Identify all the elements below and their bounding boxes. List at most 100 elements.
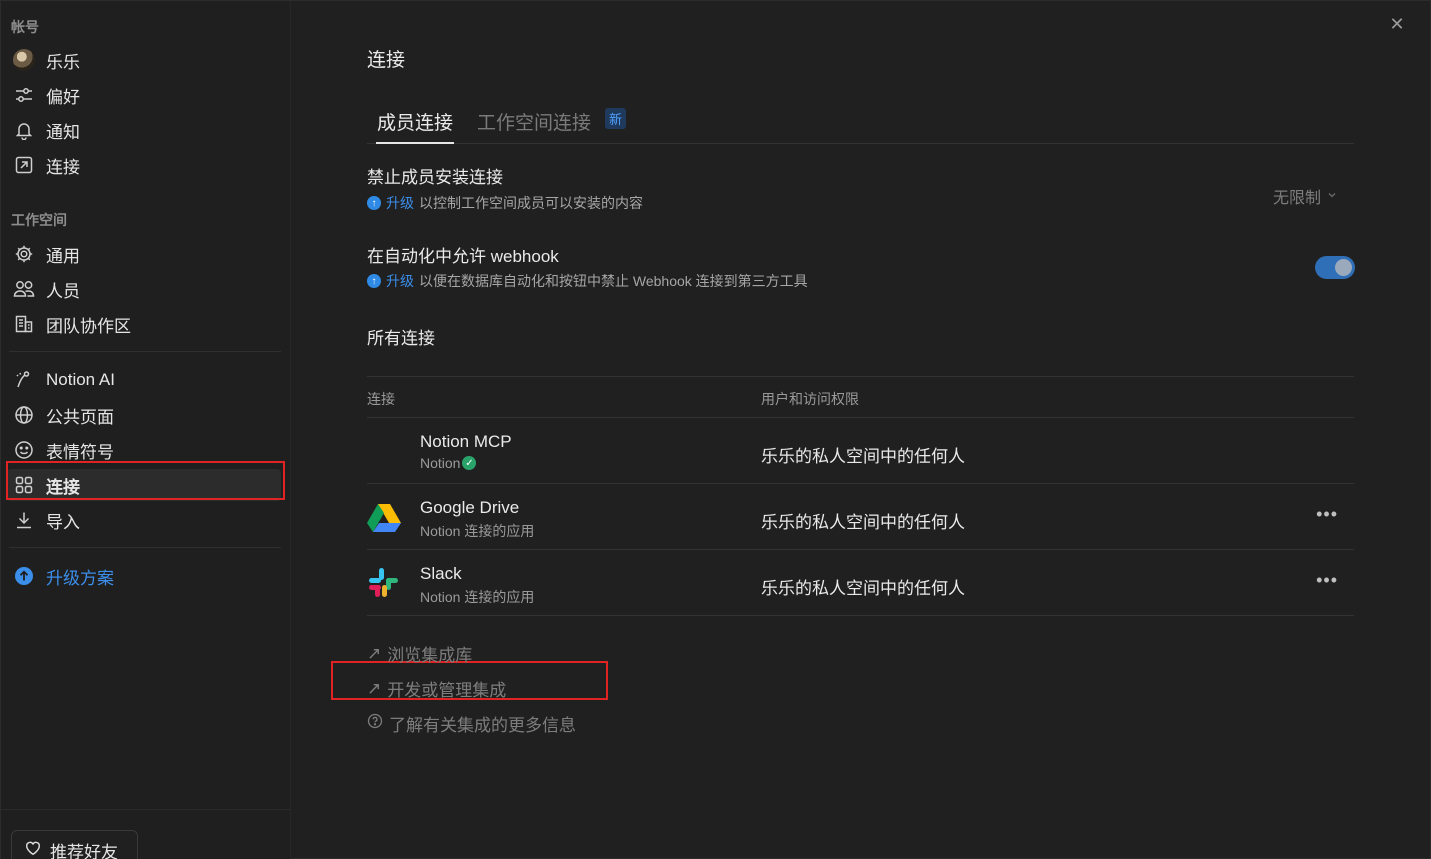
sidebar-item-preferences[interactable]: 偏好	[7, 79, 281, 111]
sidebar-item-label: 升级方案	[46, 568, 114, 588]
table-header: 连接 用户和访问权限	[367, 376, 1354, 418]
sidebar-bottom-divider	[1, 809, 291, 810]
sidebar-item-label: 导入	[46, 512, 80, 532]
connection-access: 乐乐的私人空间中的任何人	[761, 513, 965, 532]
settings-main: ✕ 连接 成员连接 工作空间连接 新 禁止成员安装连接 ↑ 升级 以控制工作空间…	[292, 1, 1430, 858]
page-title: 连接	[367, 50, 406, 71]
settings-window: 帐号 乐乐 偏好 通知 连接 工作空间 通用 人员 团队协作区 Notion A…	[0, 0, 1431, 859]
table-row[interactable]: Slack Notion 连接的应用 乐乐的私人空间中的任何人 •••	[367, 550, 1354, 616]
table-row[interactable]: Google Drive Notion 连接的应用 乐乐的私人空间中的任何人 •…	[367, 484, 1354, 550]
footer-link-label: 了解有关集成的更多信息	[389, 716, 576, 735]
smiley-icon	[13, 439, 35, 461]
column-header-connection: 连接	[367, 391, 395, 407]
connection-sub: Notion 连接的应用	[420, 589, 535, 605]
sidebar-item-label: Notion AI	[46, 370, 115, 389]
sidebar-divider	[9, 547, 281, 548]
upgrade-link[interactable]: 升级	[386, 193, 414, 213]
grid-icon	[13, 474, 35, 496]
sidebar-item-profile[interactable]: 乐乐	[7, 44, 281, 76]
connection-name: Google Drive	[420, 498, 520, 517]
setting-desc-text: 以控制工作空间成员可以安装的内容	[419, 195, 643, 211]
sliders-icon	[13, 84, 35, 106]
sidebar-item-label: 公共页面	[46, 407, 114, 427]
gear-icon	[13, 243, 35, 265]
setting-desc-text: 以便在数据库自动化和按钮中禁止 Webhook 连接到第三方工具	[419, 273, 808, 289]
sidebar-item-teamspaces[interactable]: 团队协作区	[7, 308, 281, 340]
arrow-up-right-icon: ↗	[367, 643, 382, 663]
connection-name: Slack	[420, 564, 462, 583]
restrict-install-dropdown[interactable]: 无限制	[1273, 184, 1337, 208]
setting-restrict-install-title: 禁止成员安装连接	[367, 168, 503, 187]
people-icon	[13, 278, 35, 300]
tab-member-connections[interactable]: 成员连接	[375, 108, 455, 144]
connection-access: 乐乐的私人空间中的任何人	[761, 447, 965, 466]
upgrade-link[interactable]: 升级	[386, 271, 414, 291]
new-badge: 新	[605, 108, 627, 129]
connection-sub-text: Notion	[420, 455, 461, 471]
upgrade-arrow-icon: ↑	[367, 274, 381, 288]
invite-friends-button[interactable]: 推荐好友	[11, 830, 138, 859]
bell-icon	[13, 119, 35, 141]
learn-more-link[interactable]: 了解有关集成的更多信息	[367, 711, 576, 736]
setting-restrict-install-desc: ↑ 升级 以控制工作空间成员可以安装的内容	[367, 193, 643, 213]
close-icon[interactable]: ✕	[1386, 13, 1408, 35]
connections-tabs: 成员连接 工作空间连接 新	[367, 104, 1354, 144]
sidebar-item-label: 人员	[46, 281, 80, 301]
slack-icon	[367, 568, 401, 598]
setting-webhook-title: 在自动化中允许 webhook	[367, 247, 559, 266]
sidebar-item-general[interactable]: 通用	[7, 238, 281, 270]
browse-integrations-link[interactable]: ↗ 浏览集成库	[367, 641, 472, 666]
column-header-access: 用户和访问权限	[761, 391, 859, 407]
sidebar-item-notion-ai[interactable]: Notion AI	[7, 364, 281, 396]
external-link-icon	[13, 154, 35, 176]
avatar	[13, 49, 35, 71]
sidebar-item-label: 连接	[46, 157, 80, 177]
sidebar-item-connections[interactable]: 连接	[7, 469, 281, 501]
sidebar-item-people[interactable]: 人员	[7, 273, 281, 305]
connection-name: Notion MCP	[420, 432, 512, 451]
google-drive-icon	[367, 502, 401, 532]
sidebar-item-label: 通用	[46, 246, 80, 266]
workspace-section-label: 工作空间	[11, 212, 67, 228]
sidebar-item-public-pages[interactable]: 公共页面	[7, 399, 281, 431]
all-connections-heading: 所有连接	[367, 329, 435, 348]
dropdown-value: 无限制	[1273, 190, 1322, 207]
footer-link-label: 开发或管理集成	[387, 681, 507, 700]
webhook-toggle[interactable]	[1315, 256, 1355, 279]
toggle-knob	[1335, 259, 1352, 276]
sidebar-item-label: 通知	[46, 122, 80, 142]
connection-access: 乐乐的私人空间中的任何人	[761, 579, 965, 598]
upgrade-arrow-icon: ↑	[367, 196, 381, 210]
sidebar-item-label: 团队协作区	[46, 316, 131, 336]
sidebar-divider	[9, 351, 281, 352]
download-icon	[13, 509, 35, 531]
sidebar-item-upgrade[interactable]: 升级方案	[7, 560, 281, 592]
connection-sub: Notion 连接的应用	[420, 523, 535, 539]
sidebar-item-notifications[interactable]: 通知	[7, 114, 281, 146]
heart-icon	[24, 839, 42, 859]
globe-icon	[13, 404, 35, 426]
more-options-icon[interactable]: •••	[1316, 504, 1338, 525]
settings-sidebar: 帐号 乐乐 偏好 通知 连接 工作空间 通用 人员 团队协作区 Notion A…	[1, 1, 291, 859]
arrow-up-right-icon: ↗	[367, 678, 382, 698]
tab-workspace-connections[interactable]: 工作空间连接	[477, 108, 591, 135]
notion-ai-icon	[13, 369, 35, 391]
building-icon	[13, 313, 35, 335]
upgrade-arrow-icon	[13, 565, 35, 587]
more-options-icon[interactable]: •••	[1316, 570, 1338, 591]
sidebar-item-label: 表情符号	[46, 442, 114, 462]
help-circle-icon	[367, 713, 383, 734]
sidebar-item-label: 连接	[46, 477, 80, 497]
notion-mcp-icon	[367, 436, 401, 466]
footer-link-label: 浏览集成库	[387, 646, 473, 665]
develop-integrations-link[interactable]: ↗ 开发或管理集成	[367, 676, 506, 701]
sidebar-item-import[interactable]: 导入	[7, 504, 281, 536]
connections-table: 连接 用户和访问权限 Notion MCP Notion ✓ 乐乐的私人空间中的…	[367, 376, 1354, 616]
sidebar-item-account-connections[interactable]: 连接	[7, 149, 281, 181]
sidebar-item-label: 偏好	[46, 87, 80, 107]
account-section-label: 帐号	[11, 19, 39, 35]
sidebar-item-emoji[interactable]: 表情符号	[7, 434, 281, 466]
table-row[interactable]: Notion MCP Notion ✓ 乐乐的私人空间中的任何人	[367, 418, 1354, 484]
sidebar-item-label: 乐乐	[46, 52, 80, 72]
chevron-down-icon	[1327, 187, 1337, 205]
